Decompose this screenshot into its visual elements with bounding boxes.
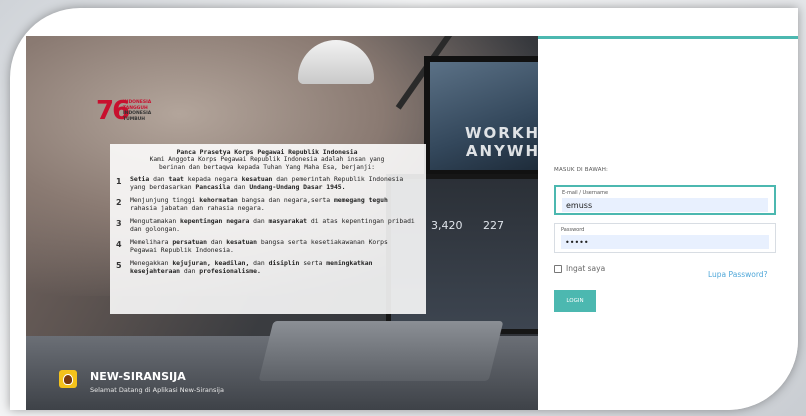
list-item: 1 Setia dan taat kepada negara kesatuan … [116, 175, 418, 191]
pledge-text: Menjunjung tinggi kehormatan bangsa dan … [130, 196, 388, 212]
app-logo-icon [59, 370, 77, 388]
keyboard-illustration [258, 321, 504, 381]
password-field: Password [554, 223, 776, 253]
pledge-number: 4 [116, 240, 122, 249]
pledge-list: 1 Setia dan taat kepada negara kesatuan … [116, 175, 418, 275]
pledge-number: 5 [116, 261, 122, 270]
monitor-text-line2: ANYWH [465, 142, 538, 160]
monitor-text-line1: WORKH [464, 124, 538, 142]
pledge-number: 3 [116, 219, 122, 228]
monitor-text: WORKH ANYWH [465, 124, 538, 160]
login-button[interactable]: LOGIN [554, 290, 596, 312]
pledge-box: Panca Prasetya Korps Pegawai Republik In… [110, 144, 426, 314]
screenshot-frame: WORKH ANYWH 3,420 227 76 INDONESIA TANGG… [10, 8, 798, 410]
password-input[interactable] [561, 235, 769, 249]
emblem-icon [63, 373, 73, 385]
monitor-illustration: WORKH ANYWH [424, 56, 538, 176]
username-input[interactable] [562, 198, 768, 212]
username-field: E-mail / Username [554, 185, 776, 215]
pledge-intro-1: Kami Anggota Korps Pegawai Republik Indo… [149, 156, 385, 163]
anniversary-logo-text: INDONESIA TANGGUH INDONESIA TUMBUH [123, 100, 163, 122]
pledge-number: 2 [116, 198, 122, 207]
remember-checkbox[interactable] [554, 264, 562, 273]
pledge-title: Panca Prasetya Korps Pegawai Republik In… [176, 148, 358, 156]
pledge-intro-2: berinan dan bertaqwa kepada Tuhan Yang M… [158, 164, 376, 171]
app-screen: WORKH ANYWH 3,420 227 76 INDONESIA TANGG… [26, 36, 798, 410]
laptop-stat-2: 227 [483, 219, 504, 232]
hero-panel: WORKH ANYWH 3,420 227 76 INDONESIA TANGG… [26, 36, 538, 410]
pledge-number: 1 [116, 177, 122, 186]
pledge-text: Setia dan taat kepada negara kesatuan da… [130, 175, 404, 191]
list-item: 4 Memelihara persatuan dan kesatuan bang… [116, 238, 418, 254]
remember-me[interactable]: Ingat saya [554, 264, 605, 273]
list-item: 3 Mengutamakan kepentingan negara dan ma… [116, 217, 418, 233]
laptop-stat-1: 3,420 [431, 219, 463, 232]
forgot-password-link[interactable]: Lupa Password? [708, 270, 768, 279]
password-label: Password [561, 227, 585, 233]
app-subtitle: Selamat Datang di Aplikasi New-Siransija [90, 386, 224, 394]
username-label: E-mail / Username [562, 190, 609, 196]
app-title: NEW-SIRANSIJA [90, 370, 186, 383]
pledge-text: Menegakkan kejujuran, keadilan, dan disi… [130, 259, 373, 275]
login-panel: MASUK DI BAWAH: E-mail / Username Passwo… [538, 36, 798, 410]
logo-line-4: TUMBUH [123, 116, 146, 122]
login-heading: MASUK DI BAWAH: [554, 167, 609, 173]
remember-label: Ingat saya [566, 264, 606, 273]
pledge-text: Memelihara persatuan dan kesatuan bangsa… [130, 238, 388, 254]
pledge-text: Mengutamakan kepentingan negara dan masy… [130, 217, 415, 233]
list-item: 2 Menjunjung tinggi kehormatan bangsa da… [116, 196, 418, 212]
list-item: 5 Menegakkan kejujuran, keadilan, dan di… [116, 259, 418, 275]
